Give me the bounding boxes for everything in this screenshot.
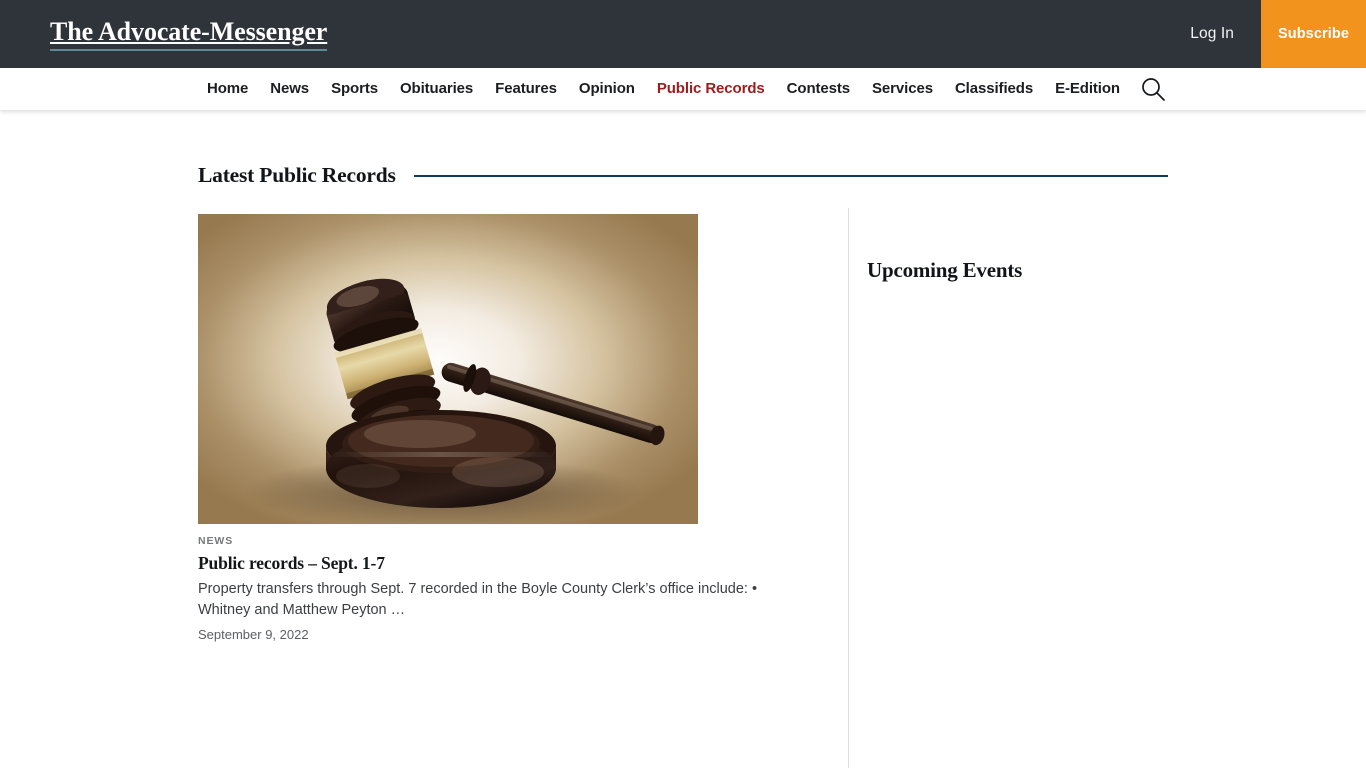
site-header: The Advocate-Messenger Log In Subscribe bbox=[0, 0, 1366, 68]
search-icon bbox=[1141, 77, 1165, 101]
nav-item-classifieds[interactable]: Classifieds bbox=[944, 68, 1044, 110]
nav-item-home[interactable]: Home bbox=[196, 68, 259, 110]
article-list: NEWS Public records – Sept. 1-7 Property… bbox=[198, 214, 820, 642]
section-header: Latest Public Records bbox=[198, 163, 1168, 188]
nav-item-obituaries[interactable]: Obituaries bbox=[389, 68, 484, 110]
article-thumbnail-link[interactable] bbox=[198, 214, 698, 524]
subscribe-button[interactable]: Subscribe bbox=[1261, 0, 1366, 68]
article-headline[interactable]: Public records – Sept. 1-7 bbox=[198, 553, 820, 574]
site-logo[interactable]: The Advocate-Messenger bbox=[50, 17, 327, 52]
page-body: Latest Public Records NEWS Public record… bbox=[0, 110, 1366, 768]
nav-item-sports[interactable]: Sports bbox=[320, 68, 389, 110]
nav-item-public-records[interactable]: Public Records bbox=[646, 68, 776, 110]
main-navigation: Home News Sports Obituaries Features Opi… bbox=[0, 68, 1366, 110]
gavel-photo bbox=[198, 214, 698, 524]
article-category: NEWS bbox=[198, 535, 234, 547]
upcoming-events-title: Upcoming Events bbox=[867, 258, 1023, 282]
nav-item-features[interactable]: Features bbox=[484, 68, 568, 110]
search-button[interactable] bbox=[1136, 68, 1170, 110]
nav-item-opinion[interactable]: Opinion bbox=[568, 68, 646, 110]
nav-item-news[interactable]: News bbox=[259, 68, 320, 110]
login-link[interactable]: Log In bbox=[1170, 0, 1261, 68]
article-excerpt: Property transfers through Sept. 7 recor… bbox=[198, 581, 758, 619]
section-rule-line bbox=[413, 174, 1168, 177]
page-title: Latest Public Records bbox=[198, 163, 396, 187]
content-container: Latest Public Records NEWS Public record… bbox=[198, 110, 1168, 768]
article-date: September 9, 2022 bbox=[198, 627, 309, 643]
nav-item-contests[interactable]: Contests bbox=[776, 68, 861, 110]
header-actions: Log In Subscribe bbox=[1170, 0, 1366, 68]
sidebar: Upcoming Events bbox=[848, 208, 1168, 768]
nav-item-services[interactable]: Services bbox=[861, 68, 944, 110]
nav-list: Home News Sports Obituaries Features Opi… bbox=[0, 68, 1366, 110]
nav-item-e-edition[interactable]: E-Edition bbox=[1044, 68, 1131, 110]
